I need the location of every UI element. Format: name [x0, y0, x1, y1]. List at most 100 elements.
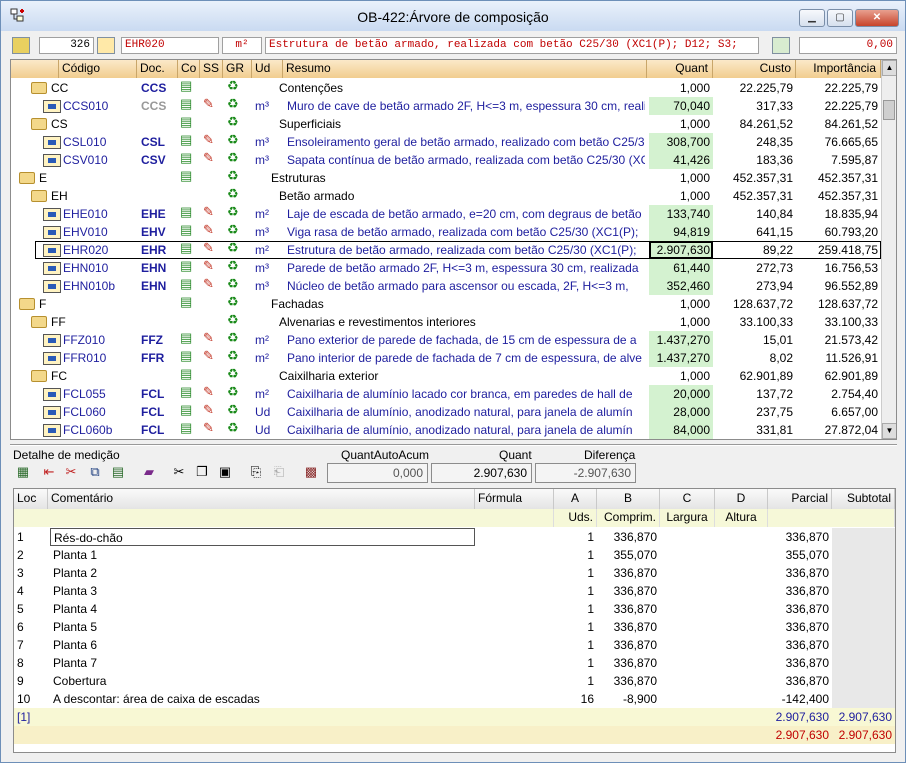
comment-cell[interactable]: Planta 6	[50, 636, 475, 654]
scroll-up-icon[interactable]: ▲	[882, 60, 896, 76]
col-gr[interactable]: GR	[223, 60, 252, 78]
a-cell[interactable]: 1	[554, 582, 597, 600]
a-cell[interactable]: 1	[554, 672, 597, 690]
recycle-icon[interactable]: ♻	[227, 421, 245, 439]
tree-row[interactable]: EHN010 EHN ▤ ✎ ♻ m³ Parede de betão armado 2F,…	[11, 259, 881, 277]
formula-cell[interactable]	[475, 564, 554, 582]
recycle-icon[interactable]: ♻	[227, 115, 245, 133]
co-icon[interactable]: ▤	[180, 205, 198, 223]
c-cell[interactable]	[660, 618, 715, 636]
comment-cell[interactable]: Planta 5	[50, 618, 475, 636]
grid-row[interactable]: 1 Rés-do-chão 1 336,870 336,870	[14, 528, 895, 546]
title-bar[interactable]: OB-422:Árvore de composição ▁ ▢ ✕	[1, 1, 905, 31]
co-icon[interactable]: ▤	[180, 133, 198, 151]
co-icon[interactable]: ▤	[180, 367, 198, 385]
a-cell[interactable]: 1	[554, 636, 597, 654]
ss-icon[interactable]: ✎	[203, 205, 221, 223]
gcol-d[interactable]: D	[715, 489, 768, 509]
quant-cell[interactable]: 1,000	[649, 79, 713, 97]
maximize-button[interactable]: ▢	[827, 9, 853, 27]
tree-row[interactable]: FFR010 FFR ▤ ✎ ♻ m² Pano interior de parede de…	[11, 349, 881, 367]
co-icon[interactable]: ▤	[180, 79, 198, 97]
quant-cell[interactable]: 352,460	[649, 277, 713, 295]
recycle-icon[interactable]: ♻	[227, 403, 245, 421]
quant-cell[interactable]: 1,000	[649, 295, 713, 313]
formula-cell[interactable]	[475, 528, 554, 546]
ss-icon[interactable]: ✎	[203, 385, 221, 403]
quant-cell[interactable]: 2.907,630	[649, 241, 713, 259]
composition-tree[interactable]: Código Doc. Co SS GR Ud Resumo Quant Cus…	[10, 59, 897, 440]
quant-cell[interactable]: 1,000	[649, 313, 713, 331]
ss-icon[interactable]: ✎	[203, 241, 221, 259]
b-cell[interactable]: -8,900	[597, 690, 660, 708]
grid-row[interactable]: 4 Planta 3 1 336,870 336,870	[14, 582, 895, 600]
comment-cell[interactable]: Planta 3	[50, 582, 475, 600]
quant-cell[interactable]: 94,819	[649, 223, 713, 241]
grid-row[interactable]: 6 Planta 5 1 336,870 336,870	[14, 618, 895, 636]
co-icon[interactable]: ▤	[180, 169, 198, 187]
d-cell[interactable]	[715, 636, 768, 654]
co-icon[interactable]: ▤	[180, 97, 198, 115]
recycle-icon[interactable]: ♻	[227, 277, 245, 295]
co-icon[interactable]: ▤	[180, 349, 198, 367]
tree-row[interactable]: FFZ010 FFZ ▤ ✎ ♻ m² Pano exterior de parede de…	[11, 331, 881, 349]
ss-icon[interactable]: ✎	[203, 349, 221, 367]
quant-cell[interactable]: 1,000	[649, 187, 713, 205]
c-cell[interactable]	[660, 582, 715, 600]
d-cell[interactable]	[715, 528, 768, 546]
a-cell[interactable]: 1	[554, 654, 597, 672]
quant-cell[interactable]: 1.437,270	[649, 349, 713, 367]
col-ud[interactable]: Ud	[252, 60, 283, 78]
summary-field[interactable]: Estrutura de betão armado, realizada com…	[265, 37, 759, 54]
gcol-b[interactable]: B	[597, 489, 660, 509]
d-cell[interactable]	[715, 618, 768, 636]
chapter-icon[interactable]	[12, 37, 30, 54]
d-cell[interactable]	[715, 564, 768, 582]
splitter[interactable]	[10, 444, 897, 446]
delete-row-icon[interactable]: ✂	[61, 462, 81, 482]
tree-row[interactable]: CS ▤ ♻ Superficiais 1,000 84.261,52 84.261,52	[11, 115, 881, 133]
tree-row[interactable]: FCL055 FCL ▤ ✎ ♻ m² Caixilharia de alumínio la…	[11, 385, 881, 403]
comment-cell[interactable]: Planta 2	[50, 564, 475, 582]
gcol-a[interactable]: A	[554, 489, 597, 509]
comment-cell[interactable]: Rés-do-chão	[50, 528, 475, 546]
gcol-formula[interactable]: Fórmula	[475, 489, 554, 509]
b-cell[interactable]: 336,870	[597, 528, 660, 546]
ss-icon[interactable]: ✎	[203, 331, 221, 349]
formula-cell[interactable]	[475, 672, 554, 690]
a-cell[interactable]: 1	[554, 618, 597, 636]
comment-cell[interactable]: Planta 7	[50, 654, 475, 672]
col-quant[interactable]: Quant	[647, 60, 713, 78]
co-icon[interactable]: ▤	[180, 295, 198, 313]
recycle-icon[interactable]: ♻	[227, 223, 245, 241]
grid-row[interactable]: 2 Planta 1 1 355,070 355,070	[14, 546, 895, 564]
recycle-icon[interactable]: ♻	[227, 259, 245, 277]
co-icon[interactable]: ▤	[180, 115, 198, 133]
gcol-subtotal[interactable]: Subtotal	[832, 489, 895, 509]
gcol-c[interactable]: C	[660, 489, 715, 509]
formula-cell[interactable]	[475, 690, 554, 708]
grid-row[interactable]: 7 Planta 6 1 336,870 336,870	[14, 636, 895, 654]
quant-cell[interactable]: 133,740	[649, 205, 713, 223]
recycle-icon[interactable]: ♻	[227, 349, 245, 367]
recycle-icon[interactable]: ♻	[227, 169, 245, 187]
quant-cell[interactable]: 70,040	[649, 97, 713, 115]
co-icon[interactable]: ▤	[180, 277, 198, 295]
tree-row[interactable]: F ▤ ♻ Fachadas 1,000 128.637,72 128.637,72	[11, 295, 881, 313]
grid-row[interactable]: 3 Planta 2 1 336,870 336,870	[14, 564, 895, 582]
comment-cell[interactable]: Planta 1	[50, 546, 475, 564]
quant-cell[interactable]: 20,000	[649, 385, 713, 403]
duplicate-icon[interactable]: ⧉	[85, 462, 105, 482]
col-ss[interactable]: SS	[200, 60, 223, 78]
col-summary[interactable]: Resumo	[283, 60, 647, 78]
tree-row[interactable]: EHR020 EHR ▤ ✎ ♻ m² Estrutura de betão armado,…	[35, 241, 881, 259]
formula-cell[interactable]	[475, 636, 554, 654]
c-cell[interactable]	[660, 528, 715, 546]
cut-icon[interactable]: ✂	[169, 462, 189, 482]
recycle-icon[interactable]: ♻	[227, 133, 245, 151]
calculator-icon[interactable]: ▩	[301, 462, 321, 482]
minimize-button[interactable]: ▁	[799, 9, 825, 27]
code-field[interactable]: EHR020	[121, 37, 219, 54]
c-cell[interactable]	[660, 564, 715, 582]
copy-lines-icon[interactable]: ⎘	[246, 462, 266, 482]
